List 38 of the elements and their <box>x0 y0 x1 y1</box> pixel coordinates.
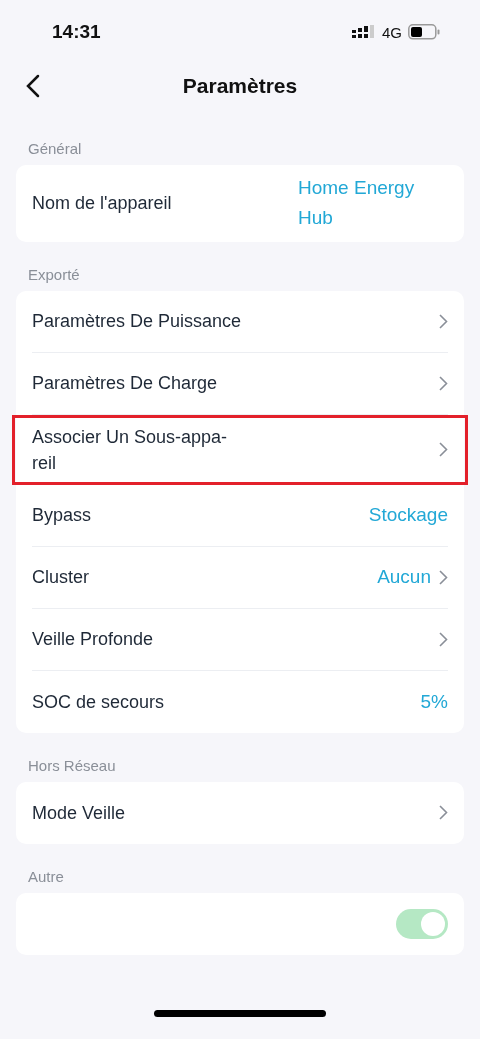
chevron-icon <box>439 442 448 458</box>
setting-label: Paramètres De Charge <box>32 372 218 396</box>
setting-value: 5% <box>420 689 448 714</box>
chevron-icon <box>439 375 448 391</box>
settings-row[interactable]: Bypass Stockage <box>32 484 448 547</box>
setting-label: Bypass <box>32 504 92 528</box>
network-label: 4G <box>382 23 402 41</box>
settings-row[interactable]: Nom de l'appareil Home Energy Hub <box>32 165 448 242</box>
setting-label: Veille Profonde <box>32 628 154 652</box>
setting-label: Cluster <box>32 566 89 590</box>
settings-row[interactable]: Associer Un Sous-appa- reil <box>12 414 468 485</box>
setting-value: Stockage <box>368 503 448 528</box>
section-title: Hors Réseau <box>27 755 117 776</box>
settings-row[interactable]: Cluster Aucun <box>32 546 448 609</box>
section-title: Général <box>27 139 83 159</box>
settings-row[interactable]: Paramètres De Puissance <box>32 290 448 353</box>
setting-value: Aucun <box>377 565 431 590</box>
battery-icon <box>408 24 440 40</box>
page-title: Paramètres <box>182 74 298 98</box>
settings-row[interactable]: Veille Profonde <box>32 608 448 671</box>
setting-label: SOC de secours <box>32 690 165 714</box>
settings-row[interactable]: SOC de secours 5% <box>32 670 448 733</box>
setting-label: Nom de l'appareil <box>32 192 172 216</box>
section-title: Autre <box>27 866 65 887</box>
setting-value: Home Energy Hub <box>298 176 416 231</box>
chevron-icon <box>439 631 448 647</box>
settings-row[interactable]: Mode Veille <box>32 781 448 844</box>
toggle-switch[interactable] <box>396 908 448 939</box>
settings-row[interactable]: Paramètres De Charge <box>32 352 448 415</box>
setting-label: Paramètres De Puissance <box>32 310 242 334</box>
setting-label: Mode Veille <box>32 801 126 825</box>
chevron-icon <box>439 569 448 585</box>
signal-icon <box>352 25 376 39</box>
setting-label: Associer Un Sous-appa- reil <box>32 425 228 475</box>
chevron-icon <box>439 805 448 821</box>
clock-time: 14:31 <box>52 21 101 43</box>
chevron-icon <box>439 313 448 329</box>
section-title: Exporté <box>27 264 81 285</box>
